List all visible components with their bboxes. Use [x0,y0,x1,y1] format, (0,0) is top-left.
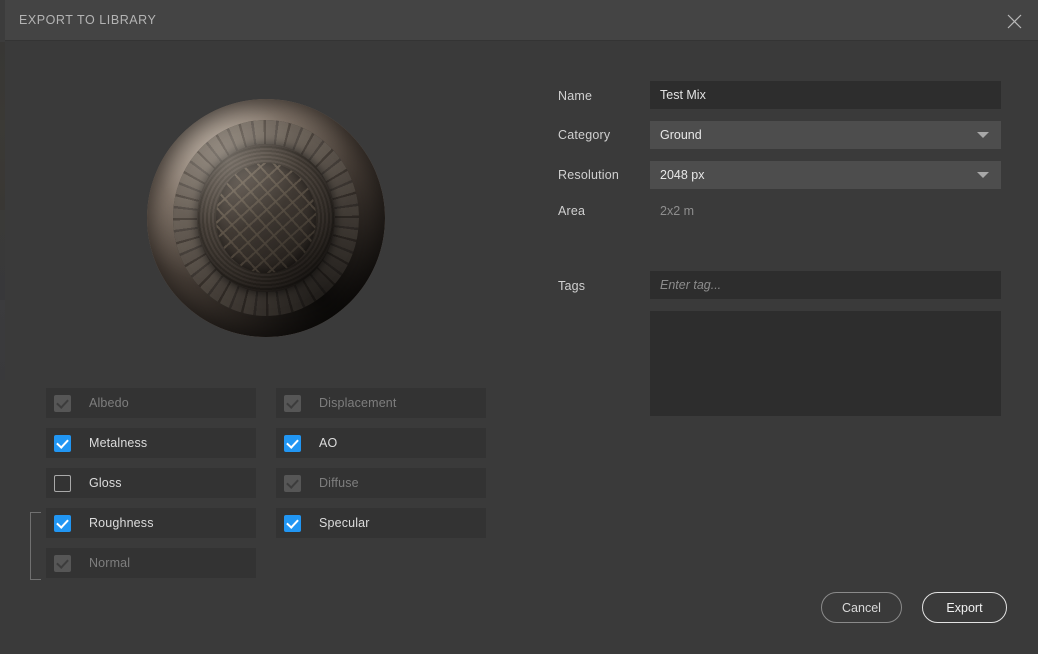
checkbox-albedo-icon [54,394,71,412]
waffle-pattern [215,163,317,273]
map-column-right: Displacement AO Diffuse Specular [276,388,486,548]
map-label: AO [319,436,338,450]
cancel-button[interactable]: Cancel [821,592,902,623]
map-label: Normal [89,556,131,570]
map-row-roughness[interactable]: Roughness [46,508,256,538]
area-label: Area [558,204,586,218]
manhole-center-plate [215,163,317,273]
map-label: Displacement [319,396,397,410]
name-field[interactable] [650,81,1001,109]
resolution-dropdown-value: 2048 px [660,168,705,182]
map-channels-panel: Albedo Metalness Gloss Roughness Normal Disp… [5,388,530,588]
map-label: Gloss [89,476,122,490]
map-column-left: Albedo Metalness Gloss Roughness Normal [46,388,256,588]
map-label: Metalness [89,436,148,450]
category-label: Category [558,128,611,142]
map-label: Specular [319,516,370,530]
resolution-label: Resolution [558,168,620,182]
tags-list[interactable] [650,311,1001,416]
resolution-dropdown[interactable]: 2048 px [650,161,1001,189]
checkbox-roughness-icon[interactable] [54,514,71,532]
close-icon [1007,14,1022,29]
material-preview-panel[interactable] [5,41,530,371]
checkbox-diffuse-icon [284,474,301,492]
map-group-bracket [30,512,41,580]
chevron-down-icon [977,132,989,138]
checkbox-displacement-icon [284,394,301,412]
map-label: Roughness [89,516,154,530]
map-row-ao[interactable]: AO [276,428,486,458]
dialog-title: EXPORT TO LIBRARY [19,13,157,27]
name-input[interactable] [650,81,1001,109]
map-row-metalness[interactable]: Metalness [46,428,256,458]
export-form: Name Category Ground Resolution 2048 px … [530,41,1038,561]
export-to-library-dialog: EXPORT TO LIBRARY Albedo Metalness Gloss… [5,0,1038,654]
close-button[interactable] [998,5,1030,37]
dialog-footer: Cancel Export [5,574,1038,654]
category-dropdown[interactable]: Ground [650,121,1001,149]
tags-input[interactable] [650,271,1001,299]
map-label: Albedo [89,396,129,410]
name-label: Name [558,89,593,103]
map-row-specular[interactable]: Specular [276,508,486,538]
checkbox-specular-icon[interactable] [284,514,301,532]
map-row-albedo: Albedo [46,388,256,418]
category-dropdown-value: Ground [660,128,702,142]
chevron-down-icon [977,172,989,178]
checkbox-gloss-icon[interactable] [54,474,71,492]
checkbox-normal-icon [54,554,71,572]
checkbox-metalness-icon[interactable] [54,434,71,452]
checkbox-ao-icon[interactable] [284,434,301,452]
resolution-field[interactable]: 2048 px [650,161,1001,189]
tags-label: Tags [558,279,586,293]
dialog-title-bar: EXPORT TO LIBRARY [5,0,1038,41]
export-button[interactable]: Export [922,592,1007,623]
map-row-displacement: Displacement [276,388,486,418]
manhole-outer-ring [173,120,359,316]
map-row-diffuse: Diffuse [276,468,486,498]
area-value: 2x2 m [660,204,695,218]
tags-field[interactable] [650,271,1001,299]
map-row-gloss[interactable]: Gloss [46,468,256,498]
preview-sphere[interactable] [147,99,385,337]
category-field[interactable]: Ground [650,121,1001,149]
map-label: Diffuse [319,476,359,490]
